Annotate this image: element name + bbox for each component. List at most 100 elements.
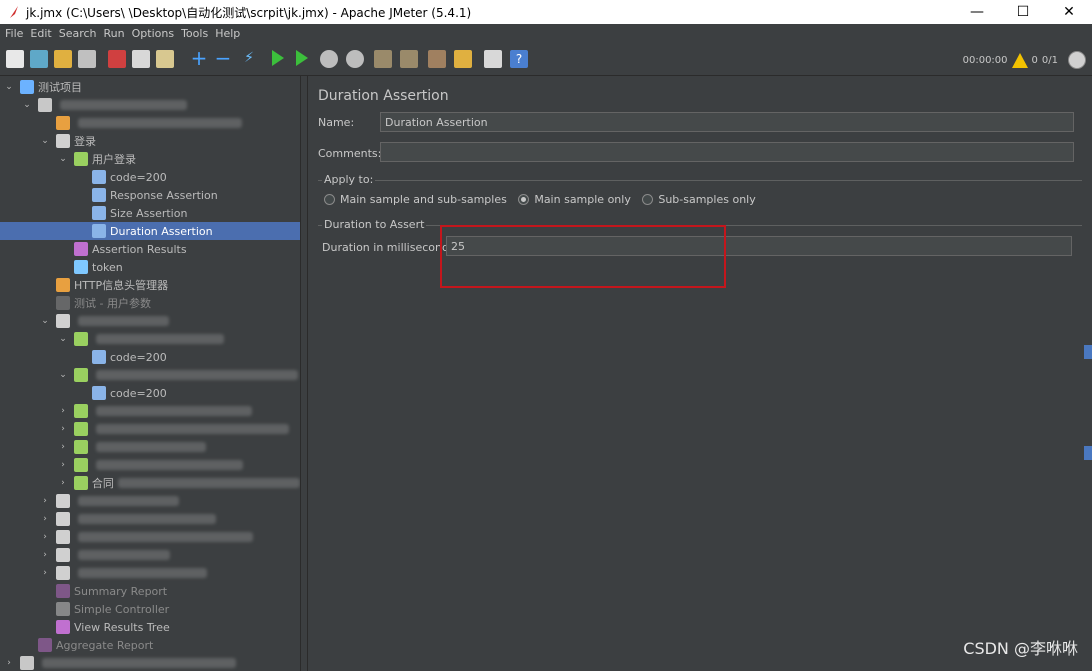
edge-handle[interactable] — [1084, 345, 1092, 359]
tree-item[interactable]: HTTP信息头管理器 — [0, 276, 300, 294]
menu-search[interactable]: Search — [59, 27, 97, 40]
tree-item[interactable]: ⌄ — [0, 330, 300, 348]
menu-options[interactable]: Options — [132, 27, 174, 40]
tree-item[interactable]: Aggregate Report — [0, 636, 300, 654]
tree-item[interactable]: ⌄ — [0, 366, 300, 384]
name-field[interactable]: Duration Assertion — [380, 112, 1074, 132]
radio-button[interactable] — [642, 194, 654, 205]
chevron-right-icon[interactable]: › — [58, 442, 68, 452]
apply-to-label: Apply to: — [322, 173, 376, 186]
menu-file[interactable]: File — [5, 27, 23, 40]
menu-run[interactable]: Run — [104, 27, 125, 40]
shutdown-icon[interactable] — [346, 50, 364, 68]
tree-item[interactable]: › — [0, 510, 300, 528]
menu-edit[interactable]: Edit — [30, 27, 51, 40]
tree-item[interactable]: 测试 - 用户参数 — [0, 294, 300, 312]
tree-item[interactable]: › — [0, 654, 300, 671]
function-helper-icon[interactable] — [484, 50, 502, 68]
radio-sub-only[interactable]: Sub-samples only — [642, 193, 756, 206]
remote-globe-icon[interactable] — [1068, 51, 1086, 69]
test-plan-icon — [20, 80, 34, 94]
tree-item[interactable]: › — [0, 420, 300, 438]
search-icon[interactable] — [428, 50, 446, 68]
chevron-down-icon[interactable]: ⌄ — [58, 334, 68, 344]
radio-main-only[interactable]: Main sample only — [518, 193, 631, 206]
stop-icon[interactable] — [320, 50, 338, 68]
paste-icon[interactable] — [156, 50, 174, 68]
tree-item[interactable]: code=200 — [0, 168, 300, 186]
templates-icon[interactable] — [30, 50, 48, 68]
tree-item[interactable]: › — [0, 438, 300, 456]
chevron-right-icon[interactable]: › — [40, 532, 50, 542]
chevron-down-icon[interactable]: ⌄ — [22, 100, 32, 110]
tree-item[interactable]: Duration Assertion — [0, 222, 300, 240]
save-icon[interactable] — [78, 50, 96, 68]
chevron-right-icon[interactable]: › — [58, 406, 68, 416]
open-icon[interactable] — [54, 50, 72, 68]
chevron-right-icon[interactable]: › — [40, 496, 50, 506]
clear-icon[interactable] — [374, 50, 392, 68]
menu-tools[interactable]: Tools — [181, 27, 208, 40]
gear-icon — [38, 98, 52, 112]
chevron-down-icon[interactable]: ⌄ — [4, 82, 14, 92]
radio-main-and-sub[interactable]: Main sample and sub-samples — [324, 193, 507, 206]
radio-button[interactable] — [324, 194, 335, 205]
listener-icon — [74, 242, 88, 256]
tree-item[interactable]: › — [0, 456, 300, 474]
tree-item[interactable]: ⌄ — [0, 96, 300, 114]
tree-item[interactable]: Size Assertion — [0, 204, 300, 222]
tree-item[interactable]: › — [0, 564, 300, 582]
chevron-down-icon[interactable]: ⌄ — [40, 136, 50, 146]
collapse-icon[interactable]: − — [214, 48, 232, 68]
menu-help[interactable]: Help — [215, 27, 240, 40]
cut-icon[interactable] — [108, 50, 126, 68]
minimize-button[interactable]: — — [954, 0, 1000, 24]
tree-item[interactable]: › — [0, 528, 300, 546]
tree-item[interactable]: ⌄ — [0, 312, 300, 330]
tree-item[interactable]: code=200 — [0, 384, 300, 402]
chevron-down-icon[interactable]: ⌄ — [58, 154, 68, 164]
chevron-right-icon[interactable]: › — [40, 514, 50, 524]
expand-icon[interactable]: + — [190, 48, 208, 68]
tree-item[interactable]: ⌄ 测试项目 — [0, 78, 300, 96]
warning-icon[interactable] — [1011, 53, 1028, 68]
chevron-right-icon[interactable]: › — [40, 568, 50, 578]
tree-item[interactable]: token — [0, 258, 300, 276]
tree-item[interactable]: code=200 — [0, 348, 300, 366]
tree-item[interactable]: Summary Report — [0, 582, 300, 600]
tree-item[interactable]: › 合同 — [0, 474, 300, 492]
chevron-right-icon[interactable]: › — [58, 478, 68, 488]
maximize-button[interactable]: ☐ — [1000, 0, 1046, 24]
comments-field[interactable] — [380, 142, 1074, 162]
toggle-icon[interactable]: ⚡ — [240, 50, 258, 68]
tree-item[interactable] — [0, 114, 300, 132]
chevron-right-icon[interactable]: › — [4, 658, 14, 668]
tree-item[interactable]: ⌄ 登录 — [0, 132, 300, 150]
assertion-icon — [92, 188, 106, 202]
chevron-right-icon[interactable]: › — [58, 424, 68, 434]
edge-handle[interactable] — [1084, 446, 1092, 460]
chevron-down-icon[interactable]: ⌄ — [58, 370, 68, 380]
copy-icon[interactable] — [132, 50, 150, 68]
clear-all-icon[interactable] — [400, 50, 418, 68]
chevron-right-icon[interactable]: › — [40, 550, 50, 560]
tree-item[interactable]: › — [0, 546, 300, 564]
tree-item[interactable]: › — [0, 492, 300, 510]
radio-button-selected[interactable] — [518, 194, 530, 205]
new-icon[interactable] — [6, 50, 24, 68]
tree-item[interactable]: ⌄ 用户登录 — [0, 150, 300, 168]
split-divider[interactable] — [300, 76, 308, 671]
help-icon[interactable]: ? — [510, 50, 528, 68]
tree-item[interactable]: Simple Controller — [0, 600, 300, 618]
tree-item[interactable]: › — [0, 402, 300, 420]
tree-item[interactable]: Response Assertion — [0, 186, 300, 204]
tree-item-label: Size Assertion — [110, 206, 188, 220]
start-icon[interactable] — [272, 50, 284, 66]
chevron-down-icon[interactable]: ⌄ — [40, 316, 50, 326]
chevron-right-icon[interactable]: › — [58, 460, 68, 470]
close-button[interactable]: ✕ — [1046, 0, 1092, 24]
reset-search-icon[interactable] — [454, 50, 472, 68]
tree-item[interactable]: Assertion Results — [0, 240, 300, 258]
tree-item[interactable]: View Results Tree — [0, 618, 300, 636]
start-no-timers-icon[interactable] — [296, 50, 308, 66]
